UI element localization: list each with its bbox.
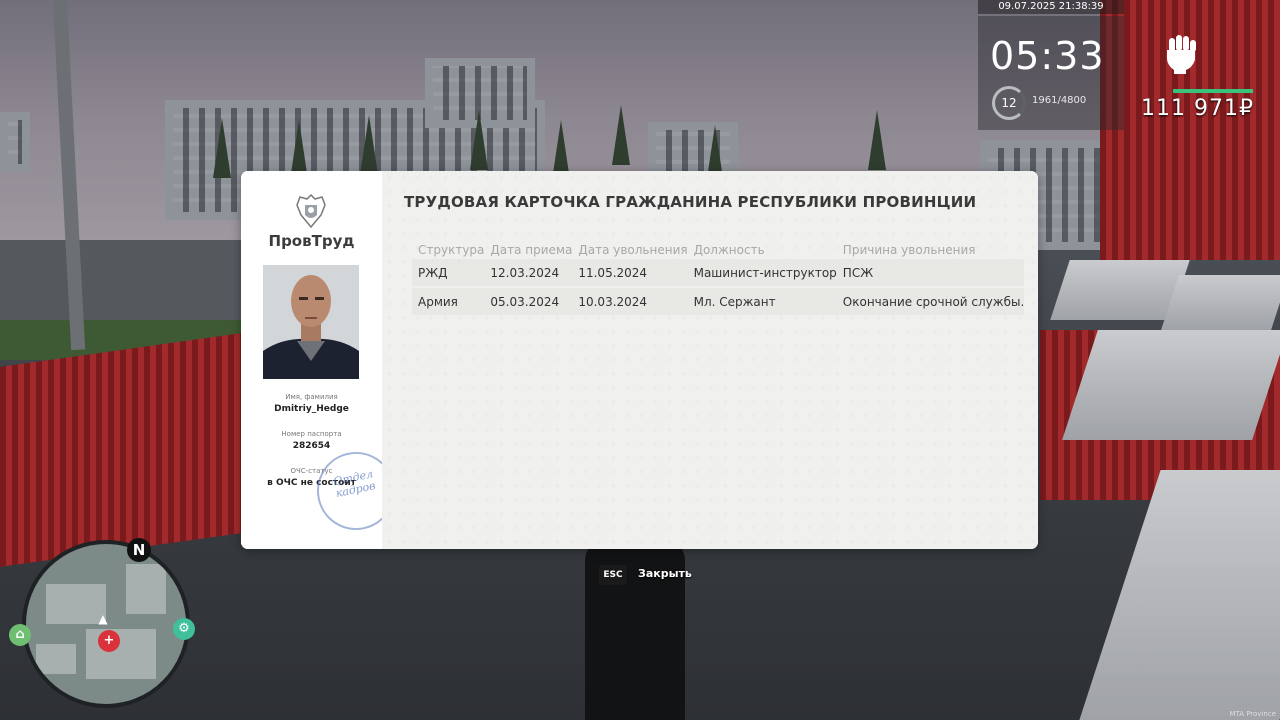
- column-header: Дата приема: [490, 243, 573, 257]
- passport-value: 282654: [292, 441, 331, 451]
- column-header: Дата увольнения: [578, 243, 688, 257]
- map-block: [86, 629, 156, 679]
- citizen-photo: [263, 265, 359, 379]
- close-label[interactable]: Закрыть: [638, 567, 692, 580]
- money-counter: 111 971₽: [1141, 96, 1254, 121]
- table-cell: 10.03.2024: [572, 286, 688, 315]
- table-cell: РЖД: [412, 259, 485, 287]
- player-arrow-icon: ▲: [98, 612, 108, 626]
- table-row: РЖД 12.03.2024 11.05.2024 Машинист-инстр…: [412, 259, 1025, 287]
- column-header: Структура: [418, 243, 485, 257]
- table-cell: 05.03.2024: [484, 286, 573, 315]
- red-fence: [0, 333, 241, 567]
- level-ring: 12: [992, 86, 1026, 120]
- column-header: Должность: [693, 243, 765, 257]
- table-cell: Мл. Сержант: [687, 286, 837, 315]
- bank-icon: ⌂: [9, 624, 31, 646]
- fist-icon: [1167, 35, 1196, 74]
- labor-card-dialog: ПровТруд Имя, фамилия Dmitriy_Hedge Номе…: [241, 171, 1038, 549]
- employment-table: Структура Дата приема Дата увольнения До…: [412, 241, 1025, 315]
- minimap[interactable]: + ▲: [22, 540, 190, 708]
- tree: [213, 118, 231, 178]
- column-header: Причина увольнения: [842, 243, 976, 257]
- health-bar: [1173, 89, 1253, 93]
- ministry-name: ПровТруд: [268, 232, 355, 250]
- map-block: [126, 564, 166, 614]
- table-cell: 12.03.2024: [484, 259, 573, 287]
- name-label: Имя, фамилия: [285, 393, 338, 401]
- table-cell: Машинист-инструктор: [687, 259, 837, 287]
- card-title: ТРУДОВАЯ КАРТОЧКА ГРАЖДАНИНА РЕСПУБЛИКИ …: [404, 193, 977, 211]
- table-cell: 11.05.2024: [572, 259, 688, 287]
- card-content: ТРУДОВАЯ КАРТОЧКА ГРАЖДАНИНА РЕСПУБЛИКИ …: [382, 171, 1038, 549]
- table-cell: ПСЖ: [836, 259, 1025, 287]
- esc-key-button[interactable]: ESC: [599, 565, 627, 585]
- background-building: [0, 112, 30, 172]
- kiosk-roof: [1161, 275, 1280, 330]
- hud-panel: 05:33 12 1961/4800: [978, 16, 1124, 130]
- passport-label: Номер паспорта: [281, 430, 342, 438]
- map-block: [36, 644, 76, 674]
- tree: [612, 105, 630, 165]
- emblem-icon: [296, 193, 326, 229]
- table-cell: Армия: [412, 286, 485, 315]
- tree: [868, 110, 886, 170]
- car-service-icon: ⚙: [173, 618, 195, 640]
- north-indicator: N: [127, 538, 151, 562]
- table-cell: Окончание срочной службы.: [836, 286, 1025, 315]
- experience-counter: 1961/4800: [1032, 95, 1087, 106]
- tree: [470, 110, 488, 170]
- tree: [360, 115, 378, 175]
- hud-datetime: 09.07.2025 21:38:39: [978, 0, 1124, 14]
- name-value: Dmitriy_Hedge: [274, 404, 349, 414]
- watermark: MTA Province: [1229, 710, 1276, 718]
- kiosk-roof: [1062, 330, 1280, 440]
- table-row: Армия 05.03.2024 10.03.2024 Мл. Сержант …: [412, 286, 1025, 315]
- hud-clock: 05:33: [990, 34, 1105, 78]
- table-header-row: Структура Дата приема Дата увольнения До…: [412, 241, 1024, 259]
- hospital-icon: +: [98, 630, 120, 652]
